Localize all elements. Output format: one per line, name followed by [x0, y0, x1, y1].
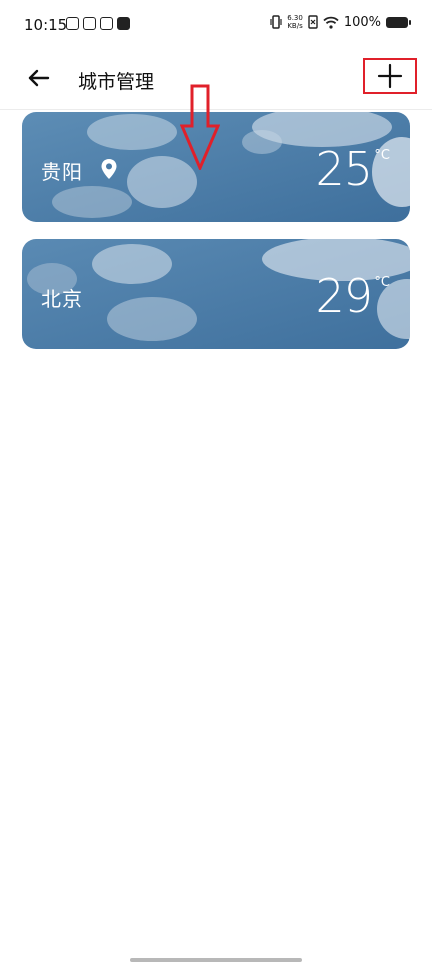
city-name: 北京	[41, 287, 83, 311]
add-city-button[interactable]	[363, 58, 417, 94]
back-button[interactable]	[24, 63, 54, 93]
annotation-arrow-icon	[180, 84, 220, 170]
network-speed: 6.30 KB/s	[287, 14, 303, 30]
plus-icon	[377, 63, 403, 89]
city-card-beijing[interactable]: 北京 29 °C	[22, 239, 410, 349]
app-notification-icon	[83, 17, 96, 30]
battery-percent: 100%	[343, 14, 381, 30]
status-bar: 10:15 6.30 KB/s 100%	[0, 0, 432, 50]
no-sim-icon	[308, 15, 318, 29]
city-name: 贵阳	[41, 160, 83, 184]
tiktok-icon	[117, 17, 130, 30]
battery-icon	[386, 16, 411, 28]
arrow-left-icon	[28, 69, 50, 87]
page-title: 城市管理	[78, 71, 155, 93]
vibrate-icon	[270, 15, 282, 29]
location-pin-icon	[101, 159, 117, 179]
status-time: 10:15	[24, 16, 68, 34]
notification-icons	[66, 17, 130, 30]
status-right: 6.30 KB/s 100%	[270, 14, 411, 30]
app-notification-icon	[66, 17, 79, 30]
temperature-value: 29	[315, 269, 373, 323]
temperature-unit: °C	[374, 275, 390, 290]
wifi-icon	[323, 16, 339, 29]
app-notification-icon	[100, 17, 113, 30]
temperature-unit: °C	[374, 148, 390, 163]
home-indicator[interactable]	[130, 958, 302, 962]
temperature-value: 25	[315, 142, 373, 196]
